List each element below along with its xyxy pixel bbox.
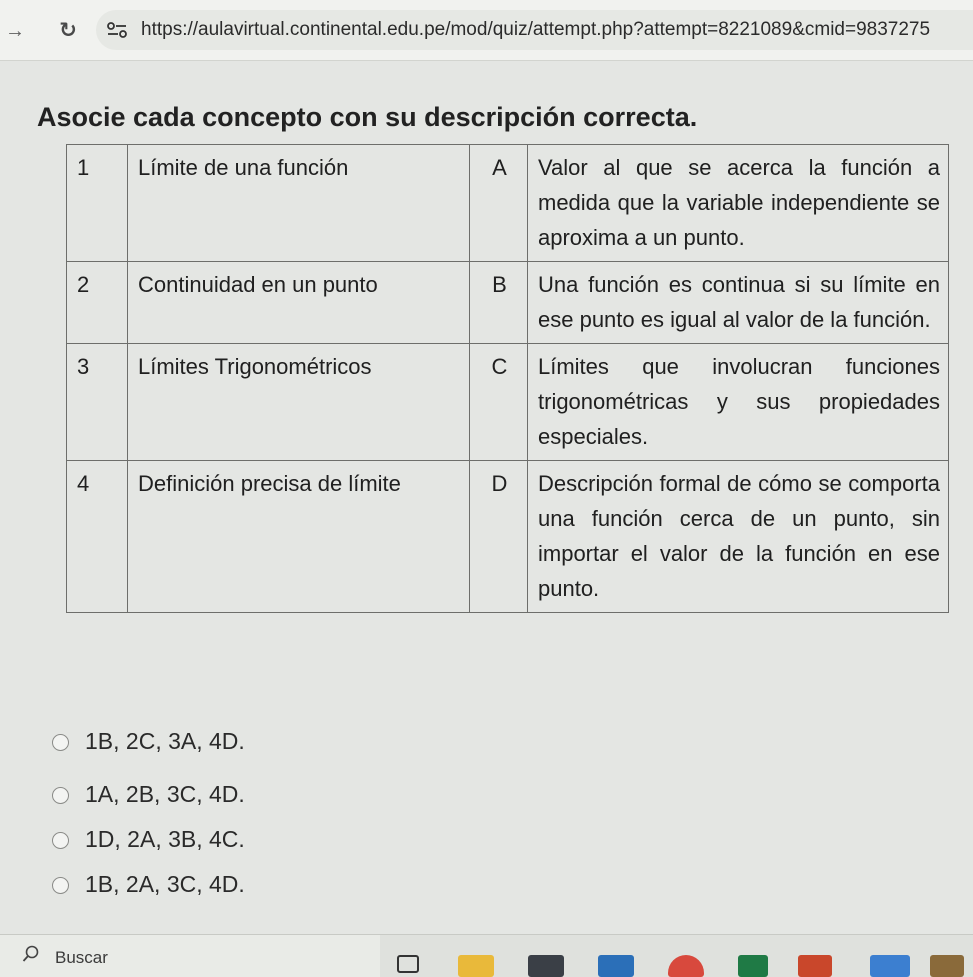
- answer-option[interactable]: 1B, 2A, 3C, 4D.: [52, 868, 352, 902]
- app-icon[interactable]: [930, 955, 964, 977]
- option-label: 1D, 2A, 3B, 4C.: [85, 826, 245, 852]
- reload-icon[interactable]: ↻: [55, 18, 81, 44]
- row-number: 4: [66, 460, 128, 613]
- table-row: 4 Definición precisa de límite D Descripció…: [66, 460, 949, 613]
- table-row: 3 Límites Trigonométricos C Límites que inv…: [66, 343, 949, 461]
- answer-option[interactable]: 1B, 2C, 3A, 4D.: [52, 725, 352, 759]
- weather-icon[interactable]: [870, 955, 910, 977]
- description-cell: Una función es continua si su límite en …: [527, 261, 949, 344]
- letter-cell: C: [469, 343, 528, 461]
- letter-cell: B: [469, 261, 528, 344]
- description-cell: Valor al que se acerca la función a medi…: [527, 144, 949, 262]
- row-number: 3: [66, 343, 128, 461]
- option-label: 1A, 2B, 3C, 4D.: [85, 781, 245, 807]
- description-cell: Límites que involucran funciones trigono…: [527, 343, 949, 461]
- concept-cell: Continuidad en un punto: [127, 261, 470, 344]
- question-title: Asocie cada concepto con su descripción …: [37, 102, 698, 132]
- option-label: 1B, 2C, 3A, 4D.: [85, 728, 245, 754]
- answer-option[interactable]: 1D, 2A, 3B, 4C.: [52, 823, 352, 857]
- store-icon[interactable]: [528, 955, 564, 977]
- task-view-icon[interactable]: [397, 955, 419, 973]
- concept-cell: Límites Trigonométricos: [127, 343, 470, 461]
- excel-icon[interactable]: [738, 955, 768, 977]
- taskbar: Buscar: [0, 934, 973, 977]
- answer-option[interactable]: 1A, 2B, 3C, 4D.: [52, 778, 352, 812]
- radio-button[interactable]: [52, 877, 69, 894]
- browser-address-bar: → ↻ https://aulavirtual.continental.edu.…: [0, 0, 973, 61]
- url-field[interactable]: https://aulavirtual.continental.edu.pe/m…: [96, 10, 973, 50]
- search-placeholder: Buscar: [55, 948, 108, 967]
- row-number: 2: [66, 261, 128, 344]
- row-number: 1: [66, 144, 128, 262]
- concept-cell: Límite de una función: [127, 144, 470, 262]
- file-explorer-icon[interactable]: [458, 955, 494, 977]
- letter-cell: D: [469, 460, 528, 613]
- powerpoint-icon[interactable]: [798, 955, 832, 977]
- description-cell: Descripción formal de cómo se comporta u…: [527, 460, 949, 613]
- taskbar-search[interactable]: Buscar: [0, 935, 380, 977]
- mail-icon[interactable]: [598, 955, 634, 977]
- option-label: 1B, 2A, 3C, 4D.: [85, 871, 245, 897]
- site-settings-icon[interactable]: [106, 21, 128, 39]
- matching-table: 1 Límite de una función A Valor al que se a…: [66, 144, 949, 613]
- table-row: 2 Continuidad en un punto B Una función es …: [66, 261, 949, 344]
- radio-button[interactable]: [52, 787, 69, 804]
- letter-cell: A: [469, 144, 528, 262]
- table-row: 1 Límite de una función A Valor al que se a…: [66, 144, 949, 262]
- search-icon: [22, 945, 39, 962]
- forward-arrow-icon[interactable]: →: [2, 18, 28, 44]
- radio-button[interactable]: [52, 832, 69, 849]
- radio-button[interactable]: [52, 734, 69, 751]
- concept-cell: Definición precisa de límite: [127, 460, 470, 613]
- url-text: https://aulavirtual.continental.edu.pe/m…: [141, 19, 931, 40]
- browser-icon[interactable]: [668, 955, 704, 977]
